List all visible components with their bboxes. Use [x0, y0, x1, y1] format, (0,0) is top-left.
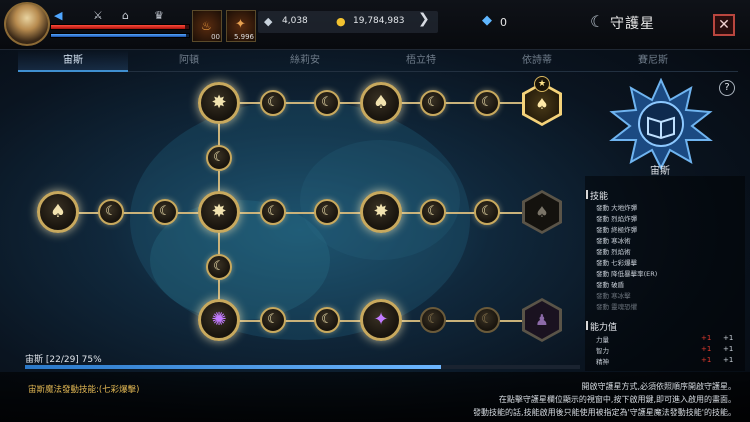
star-node[interactable]: ✦ — [360, 299, 402, 341]
skill-item: 發動 七彩爆擊 — [596, 259, 638, 267]
star-node[interactable]: ☾ — [260, 307, 286, 333]
tab-wulite[interactable]: 梧立特 — [366, 50, 476, 72]
tab-sainisi[interactable]: 賽尼斯 — [598, 50, 708, 72]
skill-item: 發動 烈焰術 — [596, 248, 631, 256]
star-node[interactable]: ✺ — [198, 299, 240, 341]
chat-icon[interactable]: ◀ — [54, 9, 62, 22]
star-node[interactable]: ☾ — [152, 199, 178, 225]
star-node[interactable]: ☾ — [420, 307, 446, 333]
tab-aton[interactable]: 阿頓 — [134, 50, 244, 72]
star-node[interactable]: ✸ — [198, 82, 240, 124]
instruction-line: 發動技能的話,技能啟用後只能使用被指定為'守護星魔法發動技能'的技能。 — [473, 408, 736, 417]
stat-added-value: +1 — [701, 334, 712, 342]
section-marker — [586, 190, 588, 199]
star-node[interactable]: ☾ — [420, 199, 446, 225]
connector — [58, 212, 529, 214]
progress-fill — [25, 365, 442, 369]
star-node[interactable]: ☾ — [260, 199, 286, 225]
guardian-star-screen: ◀ ⚔ ⌂ ♛ ⚙ ♨ 00 ✦ 5.996 ◆ 4,038 ● 19,784,… — [0, 0, 750, 422]
stat-added-value: +1 — [701, 345, 712, 353]
stat-total-value: +1 — [723, 356, 734, 364]
gold-coin-icon: ● — [336, 15, 346, 28]
star-node[interactable]: ☾ — [98, 199, 124, 225]
stats-section-title: 能力值 — [590, 323, 618, 333]
skill-item: 發動 終極炸彈 — [596, 226, 638, 234]
skill-item: 發動 烈焰炸彈 — [596, 215, 638, 223]
trophy-icon[interactable]: ♛ — [154, 9, 164, 22]
constellation-name: 宙斯 — [650, 166, 670, 177]
close-button[interactable]: ✕ — [713, 14, 735, 36]
star-node[interactable]: ♠ — [360, 82, 402, 124]
item-slot-potion[interactable]: ♨ 00 — [192, 10, 222, 42]
skill-item: 發動 大地炸彈 — [596, 204, 638, 212]
star-node[interactable]: ✸ — [360, 191, 402, 233]
magic-skill-info: 宙斯魔法發動技能:(七彩爆擊) — [28, 385, 140, 395]
skill-item: 發動 降低暴擊率(ER) — [596, 270, 658, 278]
star-node[interactable]: ☾ — [314, 90, 340, 116]
item-slot-count: 00 — [211, 33, 220, 41]
star-node[interactable]: ☾ — [474, 199, 500, 225]
guardian-star-logo-icon: ☾ — [590, 12, 605, 31]
star-node[interactable]: ✸ — [198, 191, 240, 233]
star-node[interactable]: ☾ — [474, 90, 500, 116]
star-node[interactable]: ☾ — [260, 90, 286, 116]
crystal-amount: 0 — [500, 16, 507, 29]
skill-item: 發動 破盾 — [596, 281, 625, 289]
sword-icon[interactable]: ⚔ — [93, 9, 103, 22]
mp-bar — [50, 33, 190, 38]
star-badge-icon: ★ — [534, 76, 550, 92]
star-node[interactable]: ☾ — [420, 90, 446, 116]
skill-item: 發動 寒冰術 — [596, 237, 631, 245]
hp-bar — [50, 24, 190, 30]
crystal-icon: ◆ — [482, 13, 492, 28]
item-slot-scroll[interactable]: ✦ 5.996 — [226, 10, 256, 42]
section-marker — [586, 321, 588, 330]
stat-added-value: +1 — [701, 356, 712, 364]
star-node[interactable]: ☾ — [474, 307, 500, 333]
constellation-progress-bar — [25, 365, 580, 369]
instruction-line: 在點擊守護星欄位顯示的視窗中,按下啟用鍵,即可進入啟用的畫面。 — [498, 395, 736, 404]
tab-zeus[interactable]: 宙斯 — [18, 50, 128, 72]
tab-silian[interactable]: 絲莉安 — [250, 50, 360, 72]
stat-name: 力量 — [596, 336, 609, 344]
instruction-line: 開啟守護星方式,必須依照順序開啟守護星。 — [581, 382, 736, 391]
page-title: 守護星 — [610, 16, 655, 32]
star-node[interactable]: ♠ — [37, 191, 79, 233]
gold-amount: 19,784,983 — [353, 16, 405, 26]
constellation-tabs: 宙斯 阿頓 絲莉安 梧立特 依詩蒂 賽尼斯 — [18, 50, 738, 72]
star-node[interactable]: ☾ — [314, 199, 340, 225]
potion-icon: ♨ — [201, 19, 212, 33]
skill-item: 發動 靈魂恐懼 — [596, 303, 638, 311]
avatar[interactable] — [4, 2, 50, 46]
stat-total-value: +1 — [723, 334, 734, 342]
silver-amount: 4,038 — [282, 16, 308, 26]
star-node[interactable]: ☾ — [314, 307, 340, 333]
constellation-progress-label: 宙斯 [22/29] 75% — [25, 355, 102, 365]
star-node[interactable]: ☾ — [206, 145, 232, 171]
item-slot-count: 5.996 — [233, 33, 254, 41]
scroll-icon: ✦ — [235, 17, 246, 32]
star-node[interactable]: ☾ — [206, 254, 232, 280]
stat-name: 精神 — [596, 358, 609, 366]
help-button[interactable]: ? — [719, 80, 735, 96]
home-icon[interactable]: ⌂ — [122, 9, 129, 22]
mp-fill — [51, 34, 187, 37]
stat-name: 智力 — [596, 347, 609, 355]
zeus-emblem — [609, 78, 713, 170]
silver-icon: ◆ — [264, 15, 273, 28]
skills-section-title: 技能 — [590, 192, 609, 202]
hp-fill — [51, 25, 185, 29]
stat-total-value: +1 — [723, 345, 734, 353]
top-bar: ◀ ⚔ ⌂ ♛ ⚙ ♨ 00 ✦ 5.996 ◆ 4,038 ● 19,784,… — [0, 0, 750, 50]
tab-yishidi[interactable]: 依詩蒂 — [482, 50, 592, 72]
skill-item: 發動 寒冰擊 — [596, 292, 631, 300]
currency-bar: ◆ 4,038 ● 19,784,983 — [258, 11, 438, 33]
chevron-right-icon[interactable]: ❯ — [418, 11, 430, 27]
